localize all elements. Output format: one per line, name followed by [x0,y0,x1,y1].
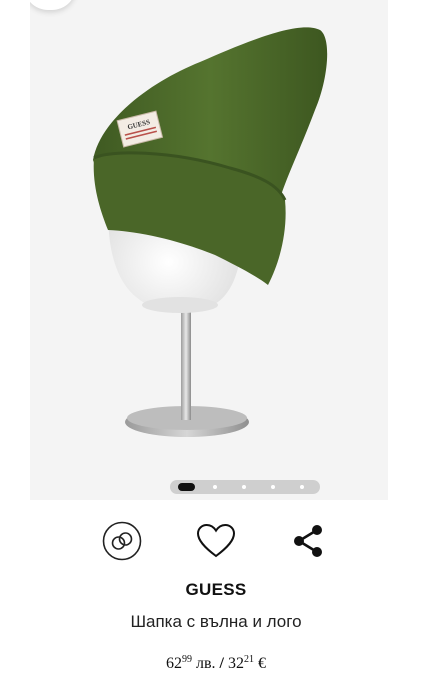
linked-rings-icon [102,521,142,561]
product-image: GUESS [93,27,328,437]
price-eur-whole: 32 [228,655,244,672]
share-button[interactable] [284,515,332,567]
price-eur-currency: € [258,655,266,672]
product-name: Шапка с вълна и лого [130,612,302,631]
product-actions [0,515,432,571]
wishlist-button[interactable] [192,515,240,567]
carousel-indicator [170,480,320,494]
price-separator: / [219,655,224,672]
carousel-dot-4[interactable] [271,485,275,489]
price-bgn-fraction: 99 [182,654,192,665]
product-brand[interactable]: GUESS [0,580,432,600]
heart-icon [196,523,236,558]
share-icon [294,525,322,557]
price-eur-fraction: 21 [244,654,254,665]
product-image-gallery[interactable]: GUESS [30,0,388,500]
stand-pole [181,312,191,420]
carousel-dot-1[interactable] [178,483,195,491]
product-price: 6299 лв. / 3221 € [0,654,432,673]
price-bgn-currency: лв. [196,655,216,672]
compare-button[interactable] [98,515,146,567]
carousel-dot-5[interactable] [300,485,304,489]
carousel-dot-2[interactable] [213,485,217,489]
carousel-dot-3[interactable] [242,485,246,489]
price-bgn-whole: 62 [166,655,182,672]
